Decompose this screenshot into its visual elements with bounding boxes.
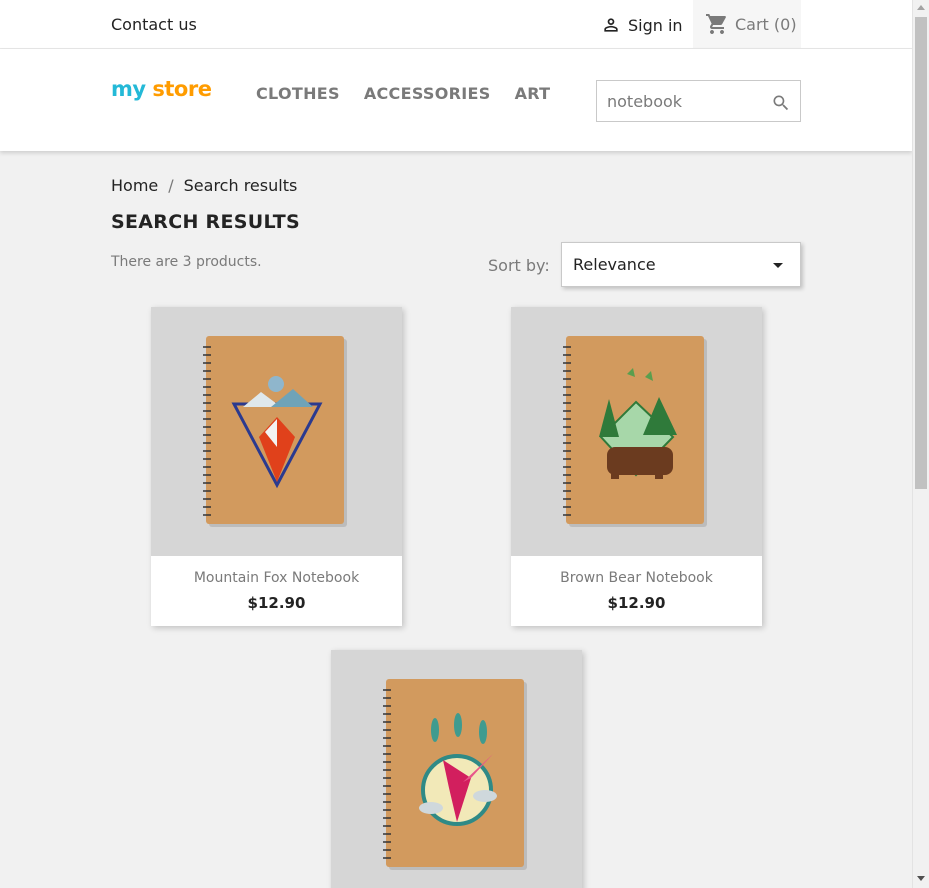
product-price: $12.90: [247, 594, 306, 612]
sort-dropdown[interactable]: Relevance: [561, 242, 801, 287]
notebook-hummingbird-image: [383, 679, 527, 870]
sort-selected: Relevance: [573, 255, 656, 274]
product-card[interactable]: Mountain Fox Notebook $12.90: [151, 307, 402, 626]
top-bar: Contact us Sign in Cart (0): [0, 0, 912, 49]
nav-accessories[interactable]: ACCESSORIES: [364, 84, 491, 103]
nav-art[interactable]: ART: [515, 84, 551, 103]
logo-store: store: [152, 77, 212, 101]
page-title: SEARCH RESULTS: [111, 211, 300, 233]
cart-button[interactable]: Cart (0): [693, 0, 801, 48]
caret-down-icon: [773, 263, 783, 268]
cart-label: Cart: [735, 14, 769, 34]
nav-clothes[interactable]: CLOTHES: [256, 84, 340, 103]
main-nav: CLOTHES ACCESSORIES ART: [256, 84, 550, 103]
product-card[interactable]: Brown Bear Notebook $12.90: [511, 307, 762, 626]
site-header: my store CLOTHES ACCESSORIES ART noteboo…: [0, 49, 912, 151]
shopping-cart-icon: [706, 14, 726, 34]
notebook-bear-image: [563, 336, 707, 527]
product-name[interactable]: Brown Bear Notebook: [511, 570, 762, 586]
scroll-up-icon[interactable]: [917, 5, 925, 10]
breadcrumb-home[interactable]: Home: [111, 176, 158, 195]
product-image[interactable]: [511, 307, 762, 556]
breadcrumb-current: Search results: [183, 176, 298, 195]
page-scrollbar[interactable]: [912, 0, 929, 888]
product-name[interactable]: Mountain Fox Notebook: [151, 570, 402, 586]
user-icon: [604, 18, 618, 32]
breadcrumb: Home / Search results: [111, 176, 297, 195]
product-price: $12.90: [607, 594, 666, 612]
store-logo[interactable]: my store: [111, 77, 212, 101]
product-image[interactable]: [151, 307, 402, 556]
search-icon[interactable]: [771, 93, 791, 113]
sign-in-link[interactable]: Sign in: [601, 15, 683, 35]
notebook-fox-image: [203, 336, 347, 527]
scroll-down-icon[interactable]: [917, 876, 925, 881]
logo-my: my: [111, 77, 146, 101]
breadcrumb-separator: /: [168, 176, 174, 195]
scrollbar-thumb[interactable]: [915, 17, 927, 489]
search-query: notebook: [607, 92, 683, 111]
sort-label: Sort by:: [488, 256, 550, 275]
contact-us-link[interactable]: Contact us: [111, 15, 197, 34]
results-count: There are 3 products.: [111, 254, 262, 270]
sign-in-label: Sign in: [628, 15, 683, 35]
product-card[interactable]: [331, 650, 582, 888]
cart-count: (0): [773, 14, 797, 34]
search-input[interactable]: notebook: [596, 80, 801, 122]
product-image[interactable]: [331, 650, 582, 888]
